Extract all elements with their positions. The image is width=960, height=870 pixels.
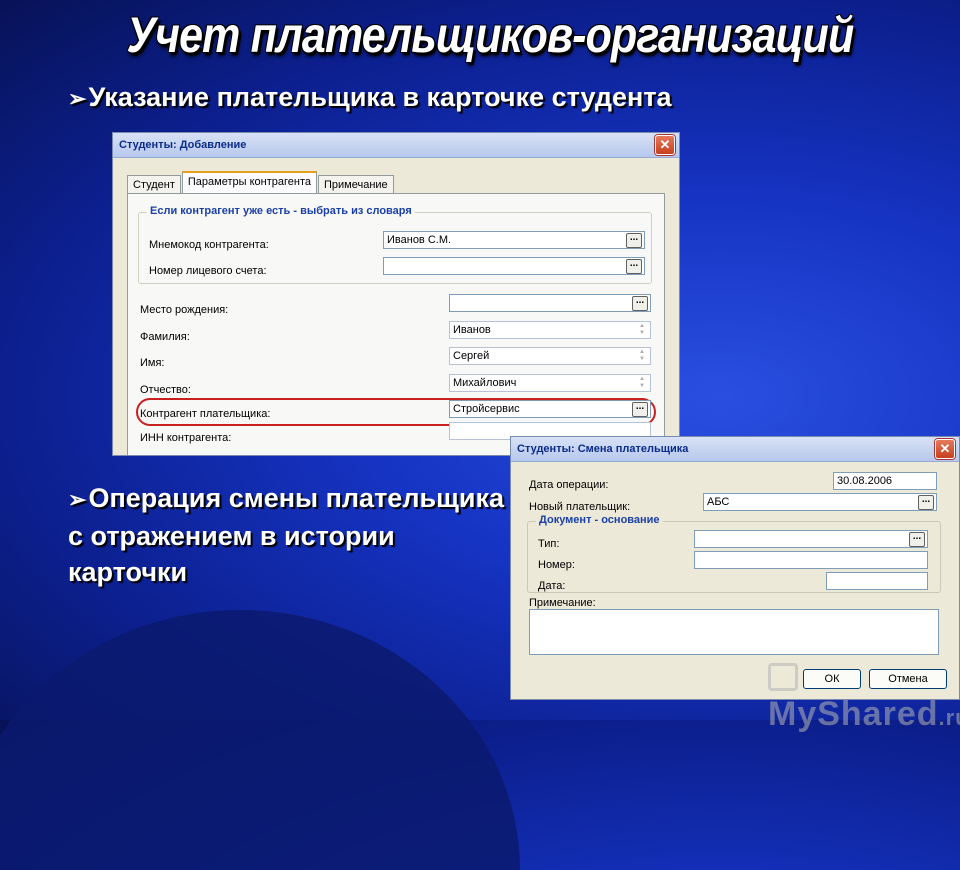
patronymic-field[interactable]: Михайлович ▲▼ <box>449 374 651 392</box>
ellipsis-icon[interactable]: ... <box>626 233 642 248</box>
mnemocode-field[interactable]: Иванов С.М. ... <box>383 231 645 249</box>
note-textarea[interactable] <box>529 609 939 655</box>
note-label: Примечание: <box>529 597 596 609</box>
payer-field[interactable]: Стройсервис ... <box>449 400 651 418</box>
doc-number-field[interactable] <box>694 551 928 569</box>
tab-panel: Если контрагент уже есть - выбрать из сл… <box>127 193 665 456</box>
lastname-field[interactable]: Иванов ▲▼ <box>449 321 651 339</box>
patronymic-value: Михайлович <box>453 377 516 389</box>
doc-date-field[interactable] <box>826 572 928 590</box>
new-payer-field[interactable]: АБС ... <box>703 493 937 511</box>
ellipsis-icon[interactable]: ... <box>909 532 925 547</box>
lastname-label: Фамилия: <box>140 331 190 343</box>
payer-label: Контрагент плательщика: <box>140 408 270 420</box>
slide-title: Учет плательщиков-организаций <box>69 6 912 64</box>
watermark-suffix: .ru <box>939 705 960 730</box>
dialog-title: Студенты: Добавление <box>119 139 246 151</box>
ellipsis-icon[interactable]: ... <box>632 402 648 417</box>
spinner-icon[interactable]: ▲▼ <box>635 349 649 363</box>
dialog-title: Студенты: Смена плательщика <box>517 443 688 455</box>
ellipsis-icon[interactable]: ... <box>918 495 934 510</box>
spinner-icon[interactable]: ▲▼ <box>635 376 649 390</box>
arrow-bullet-icon: ➢ <box>68 487 86 512</box>
account-label: Номер лицевого счета: <box>149 265 267 277</box>
op-date-field[interactable]: 30.08.2006 <box>833 472 937 490</box>
doc-date-label: Дата: <box>538 580 565 592</box>
new-payer-value: АБС <box>707 496 729 508</box>
firstname-field[interactable]: Сергей ▲▼ <box>449 347 651 365</box>
watermark: MyShared.ru <box>768 656 960 734</box>
firstname-value: Сергей <box>453 350 489 362</box>
dictionary-group: Если контрагент уже есть - выбрать из сл… <box>138 212 652 284</box>
ellipsis-icon[interactable]: ... <box>626 259 642 274</box>
birthplace-field[interactable]: ... <box>449 294 651 312</box>
op-date-value: 30.08.2006 <box>837 475 892 487</box>
birthplace-label: Место рождения: <box>140 304 228 316</box>
bullet-text: Операция смены плательщика с отражением … <box>68 483 504 587</box>
lastname-value: Иванов <box>453 324 491 336</box>
student-add-dialog: Студенты: Добавление ✕ Студент Параметры… <box>112 132 680 456</box>
bullet-payer-change: ➢Операция смены плательщика с отражением… <box>68 480 518 590</box>
ellipsis-icon[interactable]: ... <box>632 296 648 311</box>
basis-document-group: Документ - основание Тип: ... Номер: Дат… <box>527 521 941 593</box>
arrow-bullet-icon: ➢ <box>68 86 86 111</box>
patronymic-label: Отчество: <box>140 384 191 396</box>
group-title: Если контрагент уже есть - выбрать из сл… <box>147 205 415 217</box>
spinner-icon[interactable]: ▲▼ <box>635 323 649 337</box>
dialog-titlebar: Студенты: Добавление ✕ <box>113 133 679 158</box>
doc-type-field[interactable]: ... <box>694 530 928 548</box>
bullet-payer-in-card: ➢Указание плательщика в карточке студент… <box>68 82 672 113</box>
close-icon[interactable]: ✕ <box>655 135 675 155</box>
firstname-label: Имя: <box>140 357 164 369</box>
account-field[interactable]: ... <box>383 257 645 275</box>
doc-type-label: Тип: <box>538 538 559 550</box>
close-icon[interactable]: ✕ <box>935 439 955 459</box>
background-shape <box>0 610 520 870</box>
bullet-text: Указание плательщика в карточке студента <box>88 82 671 112</box>
watermark-logo-icon <box>768 663 798 691</box>
group-title: Документ - основание <box>536 514 663 526</box>
dialog-titlebar: Студенты: Смена плательщика ✕ <box>511 437 959 462</box>
op-date-label: Дата операции: <box>529 479 609 491</box>
doc-number-label: Номер: <box>538 559 575 571</box>
payer-value: Стройсервис <box>453 403 520 415</box>
mnemocode-label: Мнемокод контрагента: <box>149 239 269 251</box>
mnemocode-value: Иванов С.М. <box>387 234 451 246</box>
new-payer-label: Новый плательщик: <box>529 501 630 513</box>
inn-label: ИНН контрагента: <box>140 432 231 444</box>
watermark-text: MyShared <box>768 695 939 733</box>
